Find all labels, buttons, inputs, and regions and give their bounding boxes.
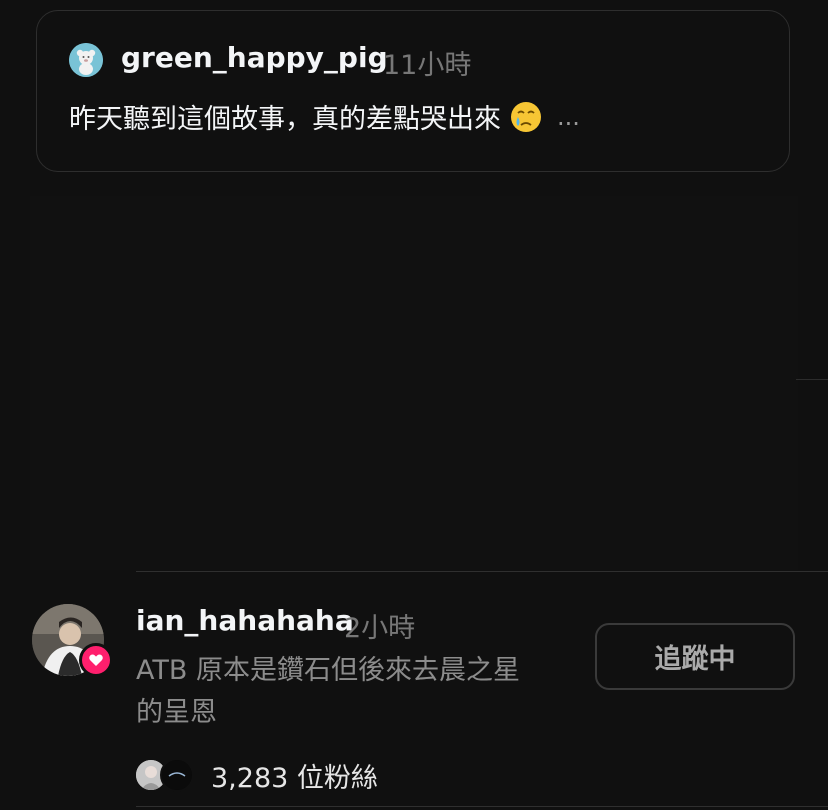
- divider: [136, 571, 828, 572]
- quoted-timestamp: 11小時: [383, 50, 472, 81]
- divider: [796, 379, 828, 380]
- holding-back-tears-emoji-icon: [509, 100, 543, 134]
- follower-avatar: [160, 758, 194, 792]
- profile-bio-line: 的呈恩: [136, 697, 217, 728]
- divider: [136, 806, 828, 807]
- heart-badge-icon: [79, 643, 113, 677]
- media-area: [30, 196, 798, 570]
- profile-timestamp: 2小時: [344, 613, 416, 644]
- quoted-post-text: 昨天聽到這個故事，真的差點哭出來: [69, 104, 501, 135]
- profile-bio: ATB 原本是鑽石但後來去晨之星 的呈恩: [136, 650, 576, 734]
- follower-count[interactable]: 3,283 位粉絲: [211, 756, 378, 795]
- quoted-post-text-row: 昨天聽到這個故事，真的差點哭出來 ...: [69, 97, 580, 136]
- more-ellipsis[interactable]: ...: [557, 103, 580, 131]
- profile-bio-line: ATB 原本是鑽石但後來去晨之星: [136, 655, 520, 686]
- quoted-user-avatar[interactable]: [69, 43, 103, 77]
- following-button[interactable]: 追蹤中: [595, 623, 795, 690]
- quoted-username[interactable]: green_happy_pig: [121, 41, 388, 74]
- profile-username[interactable]: ian_hahahaha: [136, 604, 354, 637]
- quoted-post-card[interactable]: green_happy_pig 11小時 昨天聽到這個故事，真的差點哭出來 ..…: [36, 10, 790, 172]
